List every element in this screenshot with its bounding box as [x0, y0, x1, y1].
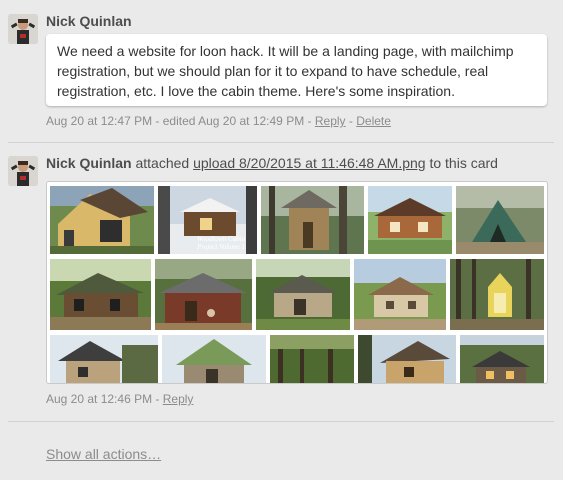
cabin-photo-thumbnail: [354, 259, 446, 330]
reply-link[interactable]: Reply: [163, 392, 194, 406]
comment-text: We need a website for loon hack. It will…: [57, 43, 514, 99]
cabin-photo-thumbnail: [456, 186, 544, 254]
cabin-photo-thumbnail: [50, 335, 158, 383]
divider: [8, 142, 554, 143]
cabin-photo-thumbnail: [50, 186, 154, 254]
meta-separator: -: [152, 392, 163, 406]
avatar[interactable]: [8, 156, 38, 186]
show-all-actions-link[interactable]: Show all actions…: [46, 446, 161, 462]
cabin-photo-thumbnail: [50, 259, 151, 330]
cabin-photo-thumbnail: [256, 259, 350, 330]
cabin-photo-thumbnail: [368, 186, 452, 254]
comment-timestamp[interactable]: Aug 20 at 12:47 PM: [46, 114, 152, 128]
delete-link[interactable]: Delete: [356, 114, 391, 128]
meta-separator: -: [345, 114, 357, 128]
cabin-photo-thumbnail: [162, 335, 266, 383]
attachment-action-line: Nick Quinlan attached upload 8/20/2015 a…: [46, 155, 498, 171]
cabin-photo-thumbnail: [358, 335, 456, 383]
comment-body: We need a website for loon hack. It will…: [46, 34, 547, 106]
attachment-file-link[interactable]: upload 8/20/2015 at 11:46:48 AM.png: [193, 155, 426, 171]
attachment-timestamp[interactable]: Aug 20 at 12:46 PM: [46, 392, 152, 406]
comment-author[interactable]: Nick Quinlan: [46, 13, 132, 29]
attachment-author[interactable]: Nick Quinlan: [46, 155, 132, 171]
attachment-suffix: to this card: [429, 155, 498, 171]
attachment-verb: attached: [135, 155, 190, 171]
cabin-photo-thumbnail: Woodlawn Cabin Project Volume 1: [158, 186, 257, 254]
cabin-project-caption: Woodlawn Cabin Project Volume 1: [196, 235, 246, 251]
attachment-preview-image[interactable]: Woodlawn Cabin Project Volume 1: [46, 181, 548, 384]
divider: [8, 421, 554, 422]
cabin-photo-thumbnail: [261, 186, 364, 254]
comment-edited-label: edited Aug 20 at 12:49 PM: [162, 114, 305, 128]
cabin-photo-thumbnail: [450, 259, 544, 330]
reply-link[interactable]: Reply: [315, 114, 346, 128]
cabin-photo-thumbnail: [460, 335, 544, 383]
cabin-photo-thumbnail: [270, 335, 354, 383]
comment-meta: Aug 20 at 12:47 PM - edited Aug 20 at 12…: [46, 114, 391, 128]
avatar[interactable]: [8, 14, 38, 44]
cabin-photo-thumbnail: [155, 259, 252, 330]
meta-separator: -: [304, 114, 315, 128]
meta-separator: -: [152, 114, 163, 128]
attachment-meta: Aug 20 at 12:46 PM - Reply: [46, 392, 193, 406]
